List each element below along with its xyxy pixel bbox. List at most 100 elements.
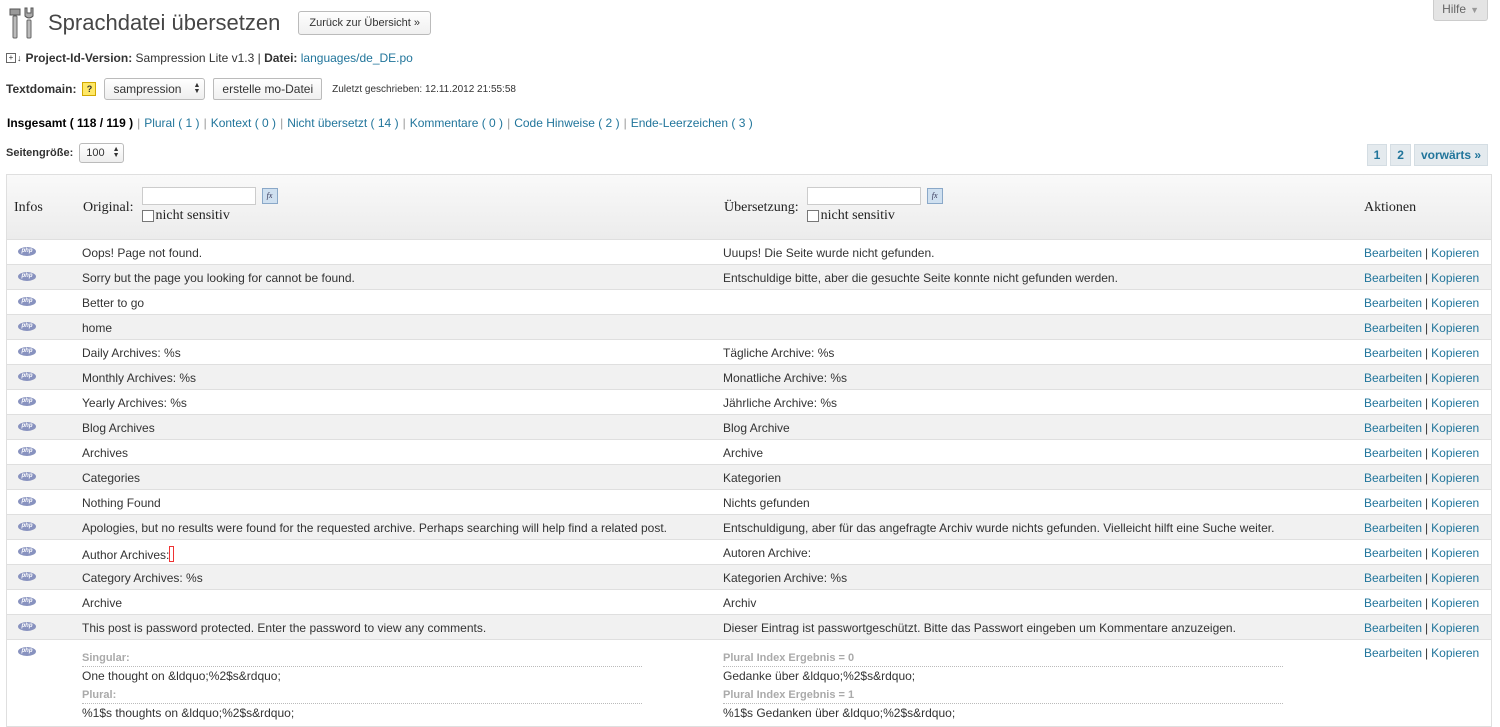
copy-link[interactable]: Kopieren	[1431, 371, 1479, 385]
table-row: php Category Archives: %s Kategorien Archi…	[7, 565, 1491, 590]
translation-insensitive-checkbox[interactable]	[806, 210, 819, 222]
edit-link[interactable]: Bearbeiten	[1364, 446, 1422, 460]
table-row: php Yearly Archives: %s Jährliche Archive:…	[7, 390, 1491, 415]
file-link[interactable]: languages/de_DE.po	[301, 51, 413, 65]
edit-link[interactable]: Bearbeiten	[1364, 596, 1422, 610]
copy-link[interactable]: Kopieren	[1431, 646, 1479, 660]
next-page-button[interactable]: vorwärts »	[1413, 144, 1488, 166]
table-row: php Monthly Archives: %s Monatliche Archiv…	[7, 365, 1491, 390]
edit-link[interactable]: Bearbeiten	[1364, 396, 1422, 410]
edit-link[interactable]: Bearbeiten	[1364, 546, 1422, 560]
original-text: Oops! Page not found.	[82, 246, 203, 260]
filter-comments[interactable]: Kommentare ( 0 )	[410, 116, 503, 130]
filter-context[interactable]: Kontext ( 0 )	[211, 116, 276, 130]
edit-link[interactable]: Bearbeiten	[1364, 646, 1422, 660]
help-icon[interactable]: ?	[82, 82, 97, 96]
filter-code-hints[interactable]: Code Hinweise ( 2 )	[514, 116, 619, 130]
row-actions: Bearbeiten | Kopieren	[1364, 396, 1480, 410]
copy-link[interactable]: Kopieren	[1431, 621, 1479, 635]
header-actions: Aktionen	[1364, 200, 1417, 215]
row-actions: Bearbeiten | Kopieren	[1364, 446, 1480, 460]
page-title: Sprachdatei übersetzen	[48, 10, 281, 35]
edit-link[interactable]: Bearbeiten	[1364, 521, 1422, 535]
original-text: Apologies, but no results were found for…	[82, 521, 668, 535]
edit-link[interactable]: Bearbeiten	[1364, 296, 1422, 310]
select-arrows-icon: ▲ ▼	[193, 82, 201, 95]
original-cell: This post is password protected. Enter t…	[82, 621, 486, 635]
translation-table: Infos Original: fx nicht sensitiv Überse…	[6, 174, 1492, 727]
textdomain-row: Textdomain: ? sampression ▲ ▼ erstelle mo-…	[6, 78, 516, 100]
edit-link[interactable]: Bearbeiten	[1364, 371, 1422, 385]
textdomain-select[interactable]: sampression ▲ ▼	[104, 78, 206, 100]
php-icon: php	[18, 572, 36, 581]
back-to-overview-button[interactable]: Zurück zur Übersicht »	[298, 11, 432, 35]
copy-link[interactable]: Kopieren	[1431, 471, 1479, 485]
edit-link[interactable]: Bearbeiten	[1364, 471, 1422, 485]
copy-link[interactable]: Kopieren	[1431, 321, 1479, 335]
edit-link[interactable]: Bearbeiten	[1364, 271, 1422, 285]
edit-link[interactable]: Bearbeiten	[1364, 496, 1422, 510]
php-icon: php	[18, 347, 36, 356]
translation-cell: Entschuldigung, aber für das angefragte …	[723, 521, 1275, 535]
edit-link[interactable]: Bearbeiten	[1364, 421, 1422, 435]
edit-link[interactable]: Bearbeiten	[1364, 246, 1422, 260]
copy-link[interactable]: Kopieren	[1431, 346, 1479, 360]
copy-link[interactable]: Kopieren	[1431, 521, 1479, 535]
project-value: Sampression Lite v1.3	[135, 51, 255, 65]
original-cell: Archives	[82, 446, 128, 460]
title-row: Sprachdatei übersetzen Zurück zur Übersi…	[6, 6, 432, 40]
original-text: Blog Archives	[82, 421, 155, 435]
original-text: This post is password protected. Enter t…	[82, 621, 487, 635]
page-2-button[interactable]: 2	[1390, 144, 1411, 166]
original-cell: Author Archives:	[82, 546, 175, 562]
edit-link[interactable]: Bearbeiten	[1364, 621, 1422, 635]
original-text: Archive	[82, 596, 123, 610]
original-insensitive-checkbox[interactable]	[141, 210, 154, 222]
edit-link[interactable]: Bearbeiten	[1364, 321, 1422, 335]
tools-icon	[9, 7, 34, 39]
copy-link[interactable]: Kopieren	[1431, 396, 1479, 410]
copy-link[interactable]: Kopieren	[1431, 571, 1479, 585]
copy-link[interactable]: Kopieren	[1431, 546, 1479, 560]
create-mo-button[interactable]: erstelle mo-Datei	[213, 78, 323, 100]
help-tab[interactable]: Hilfe ▼	[1433, 0, 1488, 21]
copy-link[interactable]: Kopieren	[1431, 246, 1479, 260]
copy-link[interactable]: Kopieren	[1431, 446, 1479, 460]
copy-link[interactable]: Kopieren	[1431, 496, 1479, 510]
copy-link[interactable]: Kopieren	[1431, 271, 1479, 285]
filter-plural[interactable]: Plural ( 1 )	[144, 116, 199, 130]
plural-text: %1$s thoughts on &ldquo;%2$s&rdquo;	[82, 706, 295, 720]
expand-icon[interactable]: +	[6, 53, 16, 63]
row-actions: Bearbeiten | Kopieren	[1364, 621, 1480, 635]
translation-cell: Kategorien Archive: %s	[723, 571, 848, 585]
copy-link[interactable]: Kopieren	[1431, 421, 1479, 435]
regex-fx-icon[interactable]: fx	[261, 188, 278, 204]
filter-trailing-space[interactable]: Ende-Leerzeichen ( 3 )	[631, 116, 753, 130]
php-icon: php	[18, 272, 36, 281]
original-text: Nothing Found	[82, 496, 161, 510]
edit-link[interactable]: Bearbeiten	[1364, 571, 1422, 585]
edit-link[interactable]: Bearbeiten	[1364, 346, 1422, 360]
table-header: Infos Original: fx nicht sensitiv Überse…	[7, 175, 1491, 240]
row-actions: Bearbeiten | Kopieren	[1364, 296, 1480, 310]
php-icon: php	[18, 447, 36, 456]
header-original: Original: fx nicht sensitiv	[83, 187, 278, 224]
original-cell: Apologies, but no results were found for…	[82, 521, 667, 535]
pagesize-control: Seitengröße: 100 ▲ ▼	[6, 143, 124, 163]
translation-filter-input[interactable]	[806, 187, 921, 205]
page-1-button[interactable]: 1	[1366, 144, 1388, 166]
regex-fx-icon[interactable]: fx	[926, 188, 943, 204]
copy-link[interactable]: Kopieren	[1431, 596, 1479, 610]
original-cell: Daily Archives: %s	[82, 346, 181, 360]
plural-index-0-label: Plural Index Ergebnis = 0	[723, 652, 855, 664]
filter-untranslated[interactable]: Nicht übersetzt ( 14 )	[287, 116, 398, 130]
original-filter-input[interactable]	[141, 187, 256, 205]
translation-cell: Entschuldige bitte, aber die gesuchte Se…	[723, 271, 1118, 285]
original-text: Categories	[82, 471, 141, 485]
pagesize-select[interactable]: 100 ▲ ▼	[79, 143, 124, 163]
php-icon: php	[18, 597, 36, 606]
table-row: php Archive Archiv Bearbeiten | Kopieren	[7, 590, 1491, 615]
table-row: php Blog Archives Blog Archive Bearbeiten | K…	[7, 415, 1491, 440]
filter-total[interactable]: Insgesamt ( 118 / 119 )	[7, 116, 133, 130]
copy-link[interactable]: Kopieren	[1431, 296, 1479, 310]
